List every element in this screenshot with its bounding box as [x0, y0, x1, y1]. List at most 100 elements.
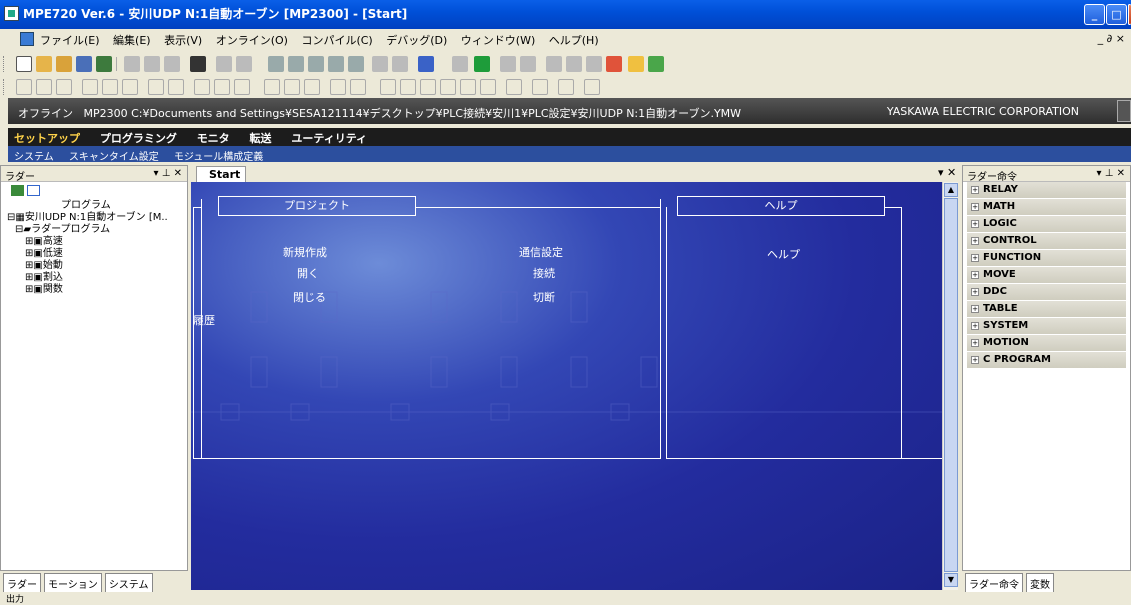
tab-monitor[interactable]: モニタ [197, 132, 230, 145]
replace-icon[interactable] [288, 56, 304, 72]
open-project-icon[interactable] [56, 56, 72, 72]
module-icon[interactable] [546, 56, 562, 72]
expand-icon[interactable]: + [971, 305, 979, 313]
table-icon[interactable] [532, 79, 548, 95]
category-control[interactable]: + CONTROL [967, 233, 1126, 250]
tab-variables[interactable]: 変数 [1026, 573, 1054, 594]
jump-icon[interactable] [328, 56, 344, 72]
expand-icon[interactable]: + [971, 237, 979, 245]
expand-icon[interactable]: + [971, 322, 979, 330]
redo-icon[interactable] [236, 56, 252, 72]
menu-debug[interactable]: デバッグ(D) [386, 34, 447, 47]
close-project-link[interactable]: 閉じる [293, 289, 326, 305]
document-controls[interactable]: ▾ ✕ [938, 166, 956, 179]
tab-programming[interactable]: プログラミング [100, 132, 177, 145]
tab-setup[interactable]: セットアップ [14, 132, 80, 145]
tab-system[interactable]: システム [104, 573, 153, 594]
tree-item[interactable]: ⊞▣低速 [1, 248, 187, 260]
app-icon[interactable] [4, 6, 19, 21]
greater-than-icon[interactable] [480, 79, 496, 95]
horizontal-line-icon[interactable] [284, 79, 300, 95]
rising-edge-icon[interactable] [194, 79, 210, 95]
vertical-line-icon[interactable] [264, 79, 280, 95]
expand-icon[interactable]: + [971, 186, 979, 194]
function-icon[interactable] [506, 79, 522, 95]
panel-controls[interactable]: ▾ ⊥ ✕ [154, 168, 182, 179]
falling-edge-icon[interactable] [214, 79, 230, 95]
select-icon[interactable] [16, 79, 32, 95]
category-move[interactable]: + MOVE [967, 267, 1126, 284]
cross-reference-icon[interactable] [308, 56, 324, 72]
online-icon[interactable] [418, 56, 434, 72]
alarm-icon[interactable] [628, 56, 644, 72]
category-c-program[interactable]: + C PROGRAM [967, 352, 1126, 369]
menu-help[interactable]: ヘルプ(H) [549, 34, 599, 47]
panel-controls[interactable]: ▾ ⊥ ✕ [1097, 168, 1125, 179]
new-file-icon[interactable] [16, 56, 32, 72]
module-config-icon[interactable] [566, 56, 582, 72]
cut-icon[interactable] [124, 56, 140, 72]
comment-icon[interactable] [558, 79, 574, 95]
vertical-scrollbar[interactable]: ▲ ▼ [942, 182, 958, 590]
scroll-up-icon[interactable]: ▲ [944, 183, 958, 197]
less-than-icon[interactable] [380, 79, 396, 95]
expand-icon[interactable]: + [971, 356, 979, 364]
menu-window[interactable]: ウィンドウ(W) [461, 34, 535, 47]
tools-icon[interactable] [584, 79, 600, 95]
category-motion[interactable]: + MOTION [967, 335, 1126, 352]
menu-compile[interactable]: コンパイル(C) [301, 34, 372, 47]
undo-icon[interactable] [216, 56, 232, 72]
category-relay[interactable]: + RELAY [967, 182, 1126, 199]
tab-utility[interactable]: ユーティリティ [291, 132, 367, 145]
stop-icon[interactable] [520, 56, 536, 72]
tree-item[interactable]: ⊞▣関数 [1, 284, 187, 296]
new-project-link[interactable]: 新規作成 [283, 244, 327, 260]
copy-icon[interactable] [144, 56, 160, 72]
menu-online[interactable]: オンライン(O) [216, 34, 288, 47]
view-mode-icon[interactable] [190, 56, 206, 72]
tree-root[interactable]: ⊟▦安川UDP N:1自動オーブン [M.. [1, 212, 187, 224]
search-register-icon[interactable] [348, 56, 364, 72]
timer-icon[interactable] [234, 79, 250, 95]
tree-item[interactable]: ⊞▣割込 [1, 272, 187, 284]
menu-file[interactable]: ファイル(E) [40, 34, 100, 47]
connect-link[interactable]: 接続 [533, 265, 555, 281]
pathbar-button[interactable] [1117, 100, 1131, 122]
find-icon[interactable] [268, 56, 284, 72]
greater-equal-icon[interactable] [460, 79, 476, 95]
toolbar-grip[interactable] [3, 56, 6, 72]
print-preview-icon[interactable] [392, 56, 408, 72]
help-link[interactable]: ヘルプ [767, 246, 800, 262]
expand-icon[interactable]: + [971, 254, 979, 262]
program-icon[interactable] [11, 185, 24, 196]
disconnect-link[interactable]: 切断 [533, 289, 555, 305]
category-function[interactable]: + FUNCTION [967, 250, 1126, 267]
tab-ladder[interactable]: ラダー [3, 573, 41, 594]
minimize-button[interactable]: _ [1084, 4, 1105, 25]
open-project-link[interactable]: 開く [297, 265, 319, 281]
expand-icon[interactable]: + [971, 339, 979, 347]
category-math[interactable]: + MATH [967, 199, 1126, 216]
tree-item[interactable]: ⊞▣高速 [1, 236, 187, 248]
comm-settings-link[interactable]: 通信設定 [519, 244, 563, 260]
print-icon[interactable] [372, 56, 388, 72]
list-view-icon[interactable] [27, 185, 40, 196]
not-equal-icon[interactable] [440, 79, 456, 95]
connect-icon[interactable] [474, 56, 490, 72]
save-icon[interactable] [76, 56, 92, 72]
contact-no-icon[interactable] [36, 79, 52, 95]
delete-line-icon[interactable] [304, 79, 320, 95]
menu-edit[interactable]: 編集(E) [113, 34, 151, 47]
less-equal-icon[interactable] [400, 79, 416, 95]
category-system[interactable]: + SYSTEM [967, 318, 1126, 335]
store-icon[interactable] [330, 79, 346, 95]
expand-icon[interactable]: + [971, 271, 979, 279]
scroll-thumb[interactable] [944, 198, 958, 572]
compare-icon[interactable] [82, 79, 98, 95]
transfer-icon[interactable] [452, 56, 468, 72]
subtab-module-config[interactable]: モジュール構成定義 [174, 152, 263, 163]
tab-transfer[interactable]: 転送 [250, 132, 272, 145]
subtab-system[interactable]: システム [14, 152, 54, 163]
paste-icon[interactable] [164, 56, 180, 72]
mdi-controls[interactable]: _ ∂ × [1098, 32, 1125, 45]
